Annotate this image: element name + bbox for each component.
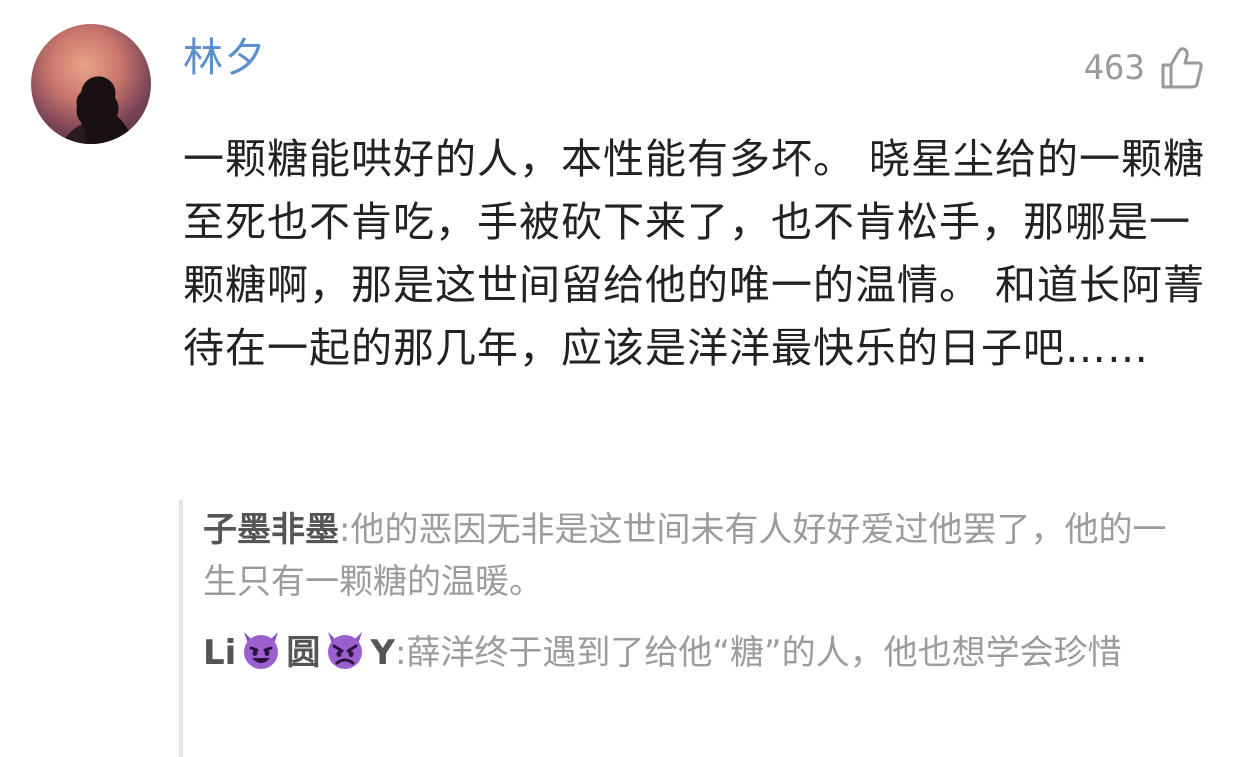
reply-list: 子墨非墨:他的恶因无非是这世间未有人好好爱过他罢了，他的一生只有一颗糖的温暖。 … <box>179 500 1189 757</box>
comment-text: 一颗糖能哄好的人，本性能有多坏。 晓星尘给的一颗糖至死也不肯吃，手被砍下来了，也… <box>183 135 1206 372</box>
like-count: 463 <box>1083 48 1145 88</box>
username[interactable]: 林夕 <box>183 30 267 86</box>
reply-item[interactable]: 子墨非墨:他的恶因无非是这世间未有人好好爱过他罢了，他的一生只有一颗糖的温暖。 <box>203 500 1189 608</box>
reply-text: 薛洋终于遇到了给他“糖”的人，他也想学会珍惜 <box>406 633 1122 673</box>
avatar-silhouette-image <box>61 76 135 144</box>
like-button[interactable]: 463 <box>1084 40 1205 96</box>
angry-devil-emoji <box>328 632 363 669</box>
user-avatar[interactable] <box>31 24 151 144</box>
reply-author-part: 圆 <box>286 633 321 673</box>
reply-author[interactable]: Li 圆 Y <box>203 632 395 673</box>
smiling-devil-emoji <box>244 632 279 669</box>
reply-separator: : <box>394 633 407 673</box>
comment-card: 林夕 463 一颗糖能哄好的人，本性能有多坏。 晓星尘给的一颗糖至死也不肯吃，手… <box>0 0 1245 757</box>
reply-author[interactable]: 子墨非墨 <box>203 510 339 550</box>
reply-separator: : <box>339 510 351 550</box>
thumbs-up-icon <box>1161 47 1203 89</box>
reply-author-part: Li <box>203 633 237 673</box>
reply-author-part: Y <box>370 633 395 673</box>
reply-item[interactable]: Li 圆 Y:薛洋终于遇到了给他“糖”的人，他也想学会珍惜 <box>203 622 1189 679</box>
